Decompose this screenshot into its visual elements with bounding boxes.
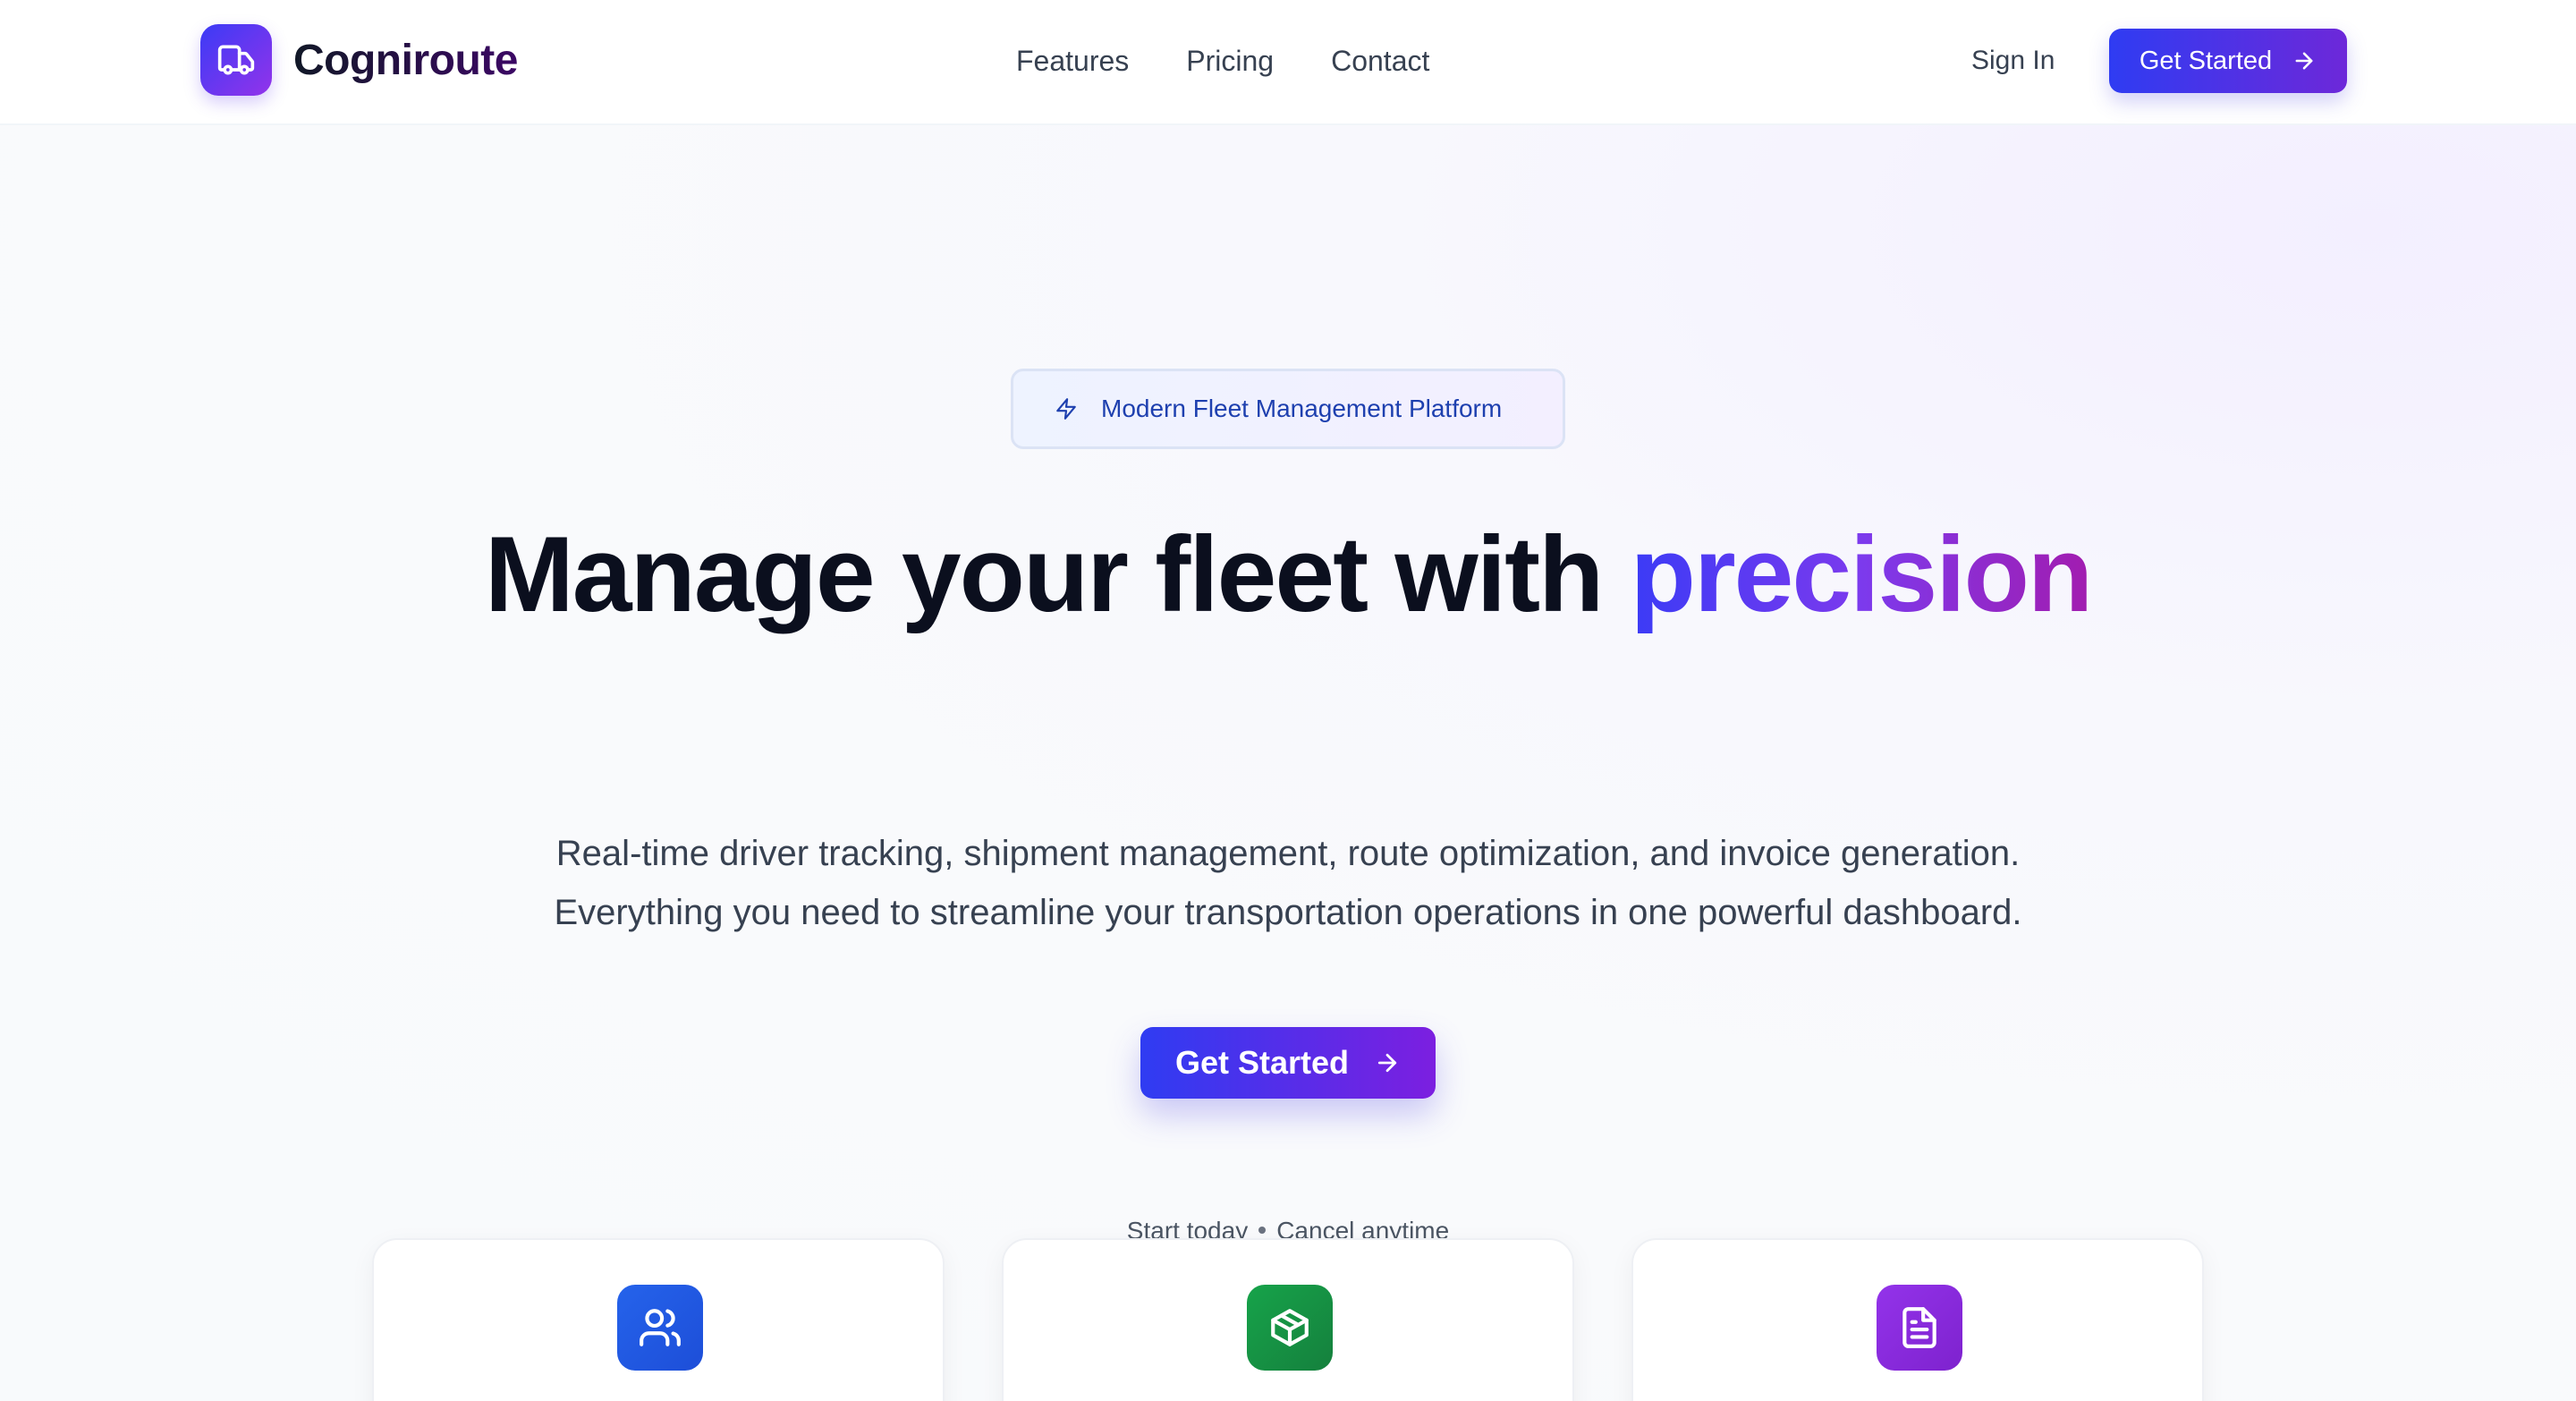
get-started-hero-button[interactable]: Get Started xyxy=(1140,1027,1436,1099)
hero-section: Modern Fleet Management Platform Manage … xyxy=(0,125,2576,1401)
package-icon xyxy=(1247,1285,1333,1371)
get-started-hero-label: Get Started xyxy=(1174,1044,1350,1081)
arrow-right-icon xyxy=(2295,52,2313,70)
landing-page: Cogniroute Features Pricing Contact Sign… xyxy=(0,0,2576,1401)
brand-name: Cogniroute xyxy=(293,36,518,84)
top-navbar: Cogniroute Features Pricing Contact Sign… xyxy=(0,0,2576,125)
hero-subtitle-line-2: Everything you need to streamline your t… xyxy=(554,893,2022,932)
sign-in-link[interactable]: Sign In xyxy=(1971,39,2055,82)
hero-headline: Manage your fleet with precision xyxy=(0,512,2576,637)
feature-card-shipments xyxy=(1002,1238,1574,1401)
document-icon xyxy=(1877,1285,1962,1371)
headline-accent: precision xyxy=(1630,514,2093,634)
platform-badge: Modern Fleet Management Platform xyxy=(1011,369,1565,449)
arrow-right-icon xyxy=(1377,1053,1397,1073)
get-started-nav-label: Get Started xyxy=(2139,46,2273,75)
badge-text: Modern Fleet Management Platform xyxy=(1101,395,1503,422)
nav-link-contact[interactable]: Contact xyxy=(1331,39,1429,82)
nav-link-pricing[interactable]: Pricing xyxy=(1186,39,1274,82)
users-icon xyxy=(617,1285,703,1371)
headline-main: Manage your fleet with xyxy=(484,514,1631,634)
nav-link-features[interactable]: Features xyxy=(1016,39,1129,82)
nav-links: Features Pricing Contact xyxy=(1016,39,1429,82)
hero-subtitle-line-1: Real-time driver tracking, shipment mana… xyxy=(555,834,2021,873)
brand[interactable]: Cogniroute xyxy=(200,24,518,96)
feature-card-drivers xyxy=(372,1238,945,1401)
separator-dot xyxy=(1258,1226,1267,1234)
feature-card-invoices xyxy=(1631,1238,2204,1401)
lightning-icon xyxy=(1056,398,1076,420)
truck-icon xyxy=(200,24,272,96)
get-started-nav-button[interactable]: Get Started xyxy=(2109,29,2347,93)
